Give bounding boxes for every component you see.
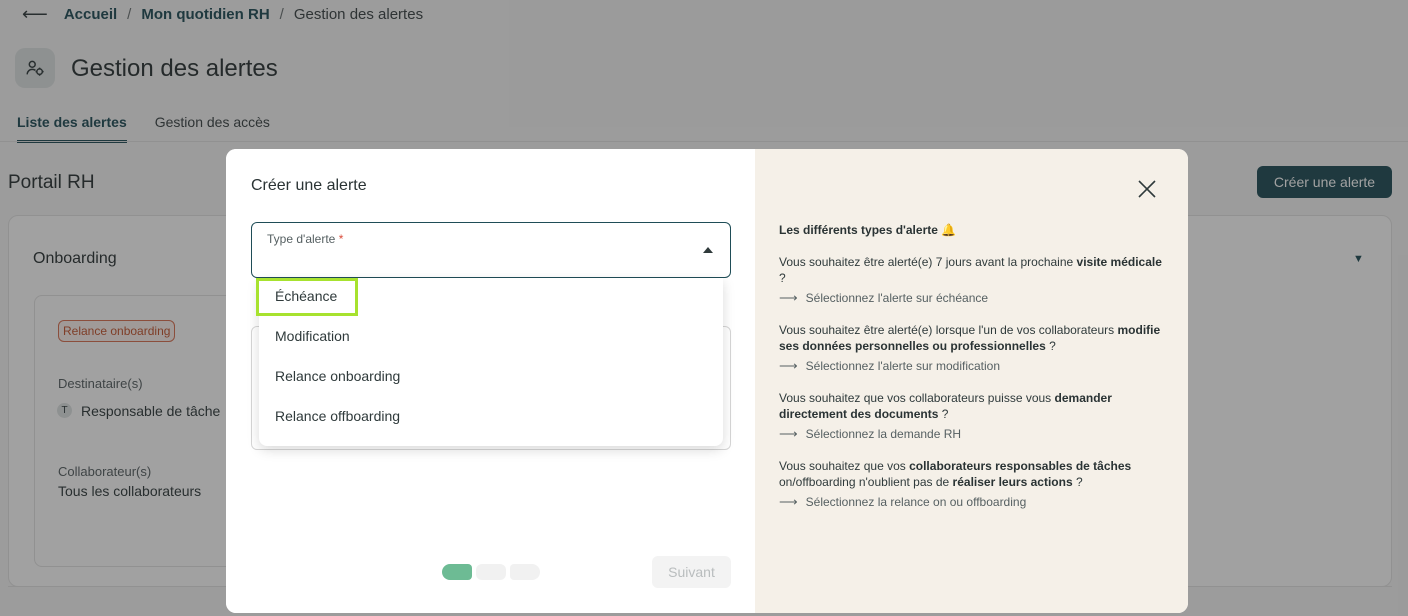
step-1 [442,564,472,580]
option-modification[interactable]: Modification [275,328,350,344]
modal-form-panel: Créer une alerte Type d'alerte * Échéanc… [226,149,755,613]
close-icon[interactable] [1137,179,1157,199]
help-answer-2: ⟶ Sélectionnez l'alerte sur modification [779,358,1001,373]
help-question-2: Vous souhaitez être alerté(e) lorsque l'… [779,323,1161,353]
arrow-right-icon: ⟶ [779,494,798,509]
help-answer-1: ⟶ Sélectionnez l'alerte sur échéance [779,290,989,305]
help-question-4: Vous souhaitez que vos collaborateurs re… [779,459,1132,489]
next-button[interactable]: Suivant [652,556,731,588]
step-3 [510,564,540,580]
option-relance-offboarding[interactable]: Relance offboarding [275,408,400,424]
arrow-right-icon: ⟶ [779,290,798,305]
step-progress [442,564,540,580]
required-mark: * [338,232,344,246]
help-question-3: Vous souhaitez que vos collaborateurs pu… [779,391,1112,421]
caret-up-icon[interactable] [703,247,713,253]
help-answer-4: ⟶ Sélectionnez la relance on ou offboardi… [779,494,1027,509]
option-relance-onboarding[interactable]: Relance onboarding [275,368,400,384]
help-question-1: Vous souhaitez être alerté(e) 7 jours av… [779,255,1162,285]
help-answer-3: ⟶ Sélectionnez la demande RH [779,426,962,441]
alert-type-label-text: Type d'alerte [267,232,336,246]
help-panel: Les différents types d'alerte 🔔 Vous sou… [755,149,1188,613]
arrow-right-icon: ⟶ [779,426,798,441]
create-alert-modal: Créer une alerte Type d'alerte * Échéanc… [226,149,1188,613]
help-title: Les différents types d'alerte 🔔 [779,223,957,237]
alert-type-label: Type d'alerte * [267,232,343,246]
arrow-right-icon: ⟶ [779,358,798,373]
alert-type-dropdown: Échéance Modification Relance onboarding… [256,278,723,446]
modal-title: Créer une alerte [251,177,367,194]
step-2 [476,564,506,580]
alert-type-select[interactable]: Type d'alerte * [251,222,731,278]
option-echeance[interactable]: Échéance [275,288,337,304]
